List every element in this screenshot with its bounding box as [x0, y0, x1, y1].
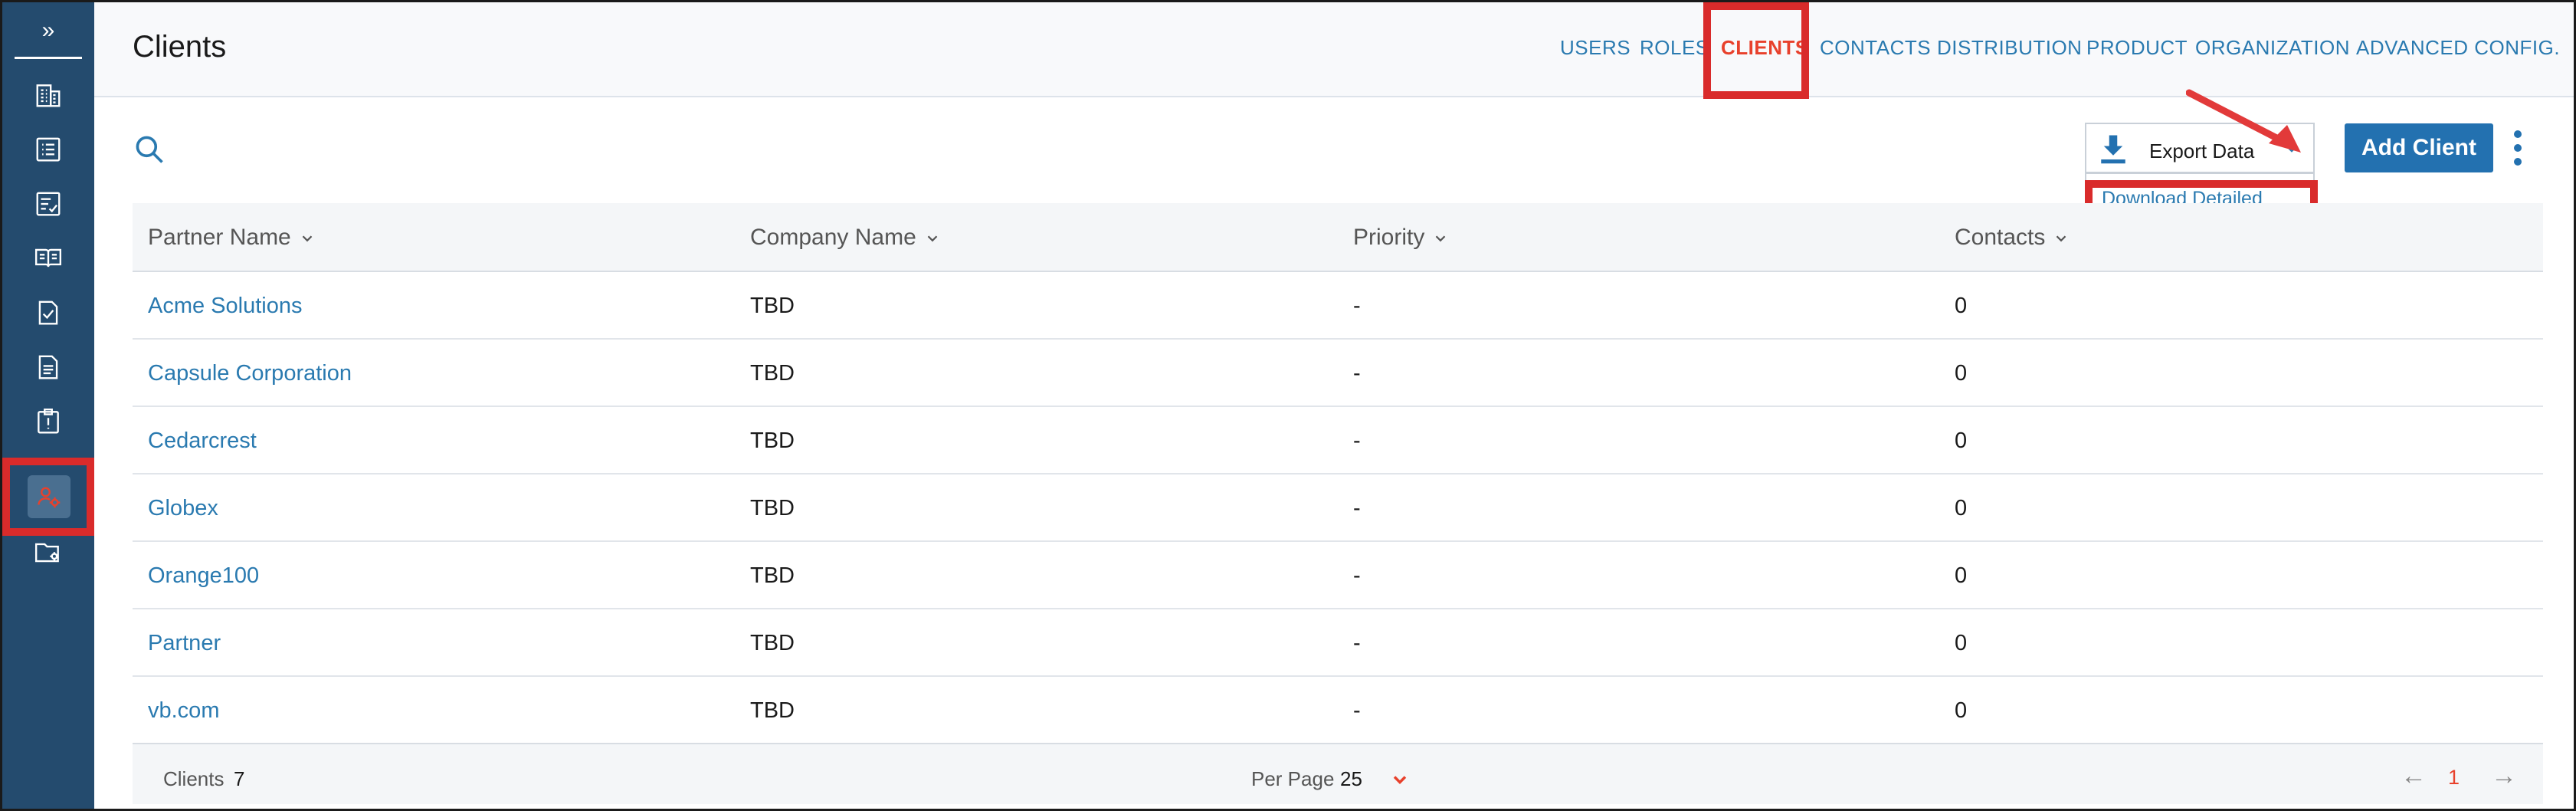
sidebar-active-highlight	[28, 475, 70, 518]
column-contacts[interactable]: Contacts	[1955, 225, 2070, 251]
per-page-label: Per Page	[1251, 767, 1335, 790]
contacts-cell: 0	[1955, 698, 1968, 723]
sort-chevron-icon	[927, 235, 938, 242]
contacts-cell: 0	[1955, 361, 1968, 386]
tab-product[interactable]: PRODUCT	[2086, 36, 2188, 60]
contacts-cell: 0	[1955, 563, 1968, 588]
more-options-icon[interactable]	[2506, 125, 2529, 171]
partner-name-link[interactable]: vb.com	[148, 698, 219, 724]
partner-name-link[interactable]: Cedarcrest	[148, 428, 257, 454]
table-row: Globex TBD - 0	[133, 474, 2543, 542]
column-priority[interactable]: Priority	[1353, 225, 1449, 251]
column-company-name[interactable]: Company Name	[750, 225, 941, 251]
sidebar-item-folder-settings[interactable]	[2, 526, 94, 580]
sidebar-item-clients[interactable]	[2, 470, 94, 524]
sort-chevron-icon	[302, 235, 313, 242]
add-client-button[interactable]: Add Client	[2345, 123, 2493, 172]
search-button[interactable]	[133, 133, 166, 166]
sidebar: »	[2, 2, 94, 809]
previous-page-button[interactable]: ←	[2401, 761, 2427, 791]
contacts-cell: 0	[1955, 631, 1968, 655]
table-header: Partner Name Company Name Priority Conta…	[133, 203, 2543, 272]
table-row: Acme Solutions TBD - 0	[133, 272, 2543, 340]
file-check-icon	[38, 300, 58, 325]
chevron-down-icon	[2286, 146, 2297, 153]
users-gear-icon	[38, 487, 61, 508]
company-name-cell: TBD	[750, 631, 795, 655]
table-row: Capsule Corporation TBD - 0	[133, 340, 2543, 407]
tab-roles[interactable]: ROLES	[1640, 36, 1709, 60]
table-row: Cedarcrest TBD - 0	[133, 407, 2543, 474]
partner-name-link[interactable]: Globex	[148, 496, 218, 521]
company-name-cell: TBD	[750, 428, 795, 453]
tab-contacts[interactable]: CONTACTS	[1820, 36, 1931, 60]
download-icon	[2101, 135, 2125, 164]
sidebar-item-list[interactable]	[2, 123, 94, 176]
tab-organization[interactable]: ORGANIZATION	[2195, 36, 2350, 60]
per-page-chevron-icon[interactable]	[1389, 769, 1411, 790]
sidebar-item-clipboard-alert[interactable]	[2, 395, 94, 448]
partner-name-link[interactable]: Partner	[148, 631, 221, 656]
priority-cell: -	[1353, 563, 1361, 588]
expand-sidebar-button[interactable]: »	[2, 2, 94, 59]
search-icon	[136, 136, 163, 163]
page-number[interactable]: 1	[2448, 766, 2460, 790]
sidebar-item-checklist[interactable]	[2, 177, 94, 231]
sidebar-item-document[interactable]	[2, 340, 94, 394]
table-row: Partner TBD - 0	[133, 609, 2543, 677]
app-frame: » Clients USERS ROLES CLIENTS CONTACTS D…	[0, 0, 2576, 811]
table-footer: Clients 7 Per Page 25 ← 1 →	[133, 743, 2543, 804]
column-partner-name[interactable]: Partner Name	[148, 225, 316, 251]
tab-clients[interactable]: CLIENTS	[1721, 36, 1809, 60]
sort-chevron-icon	[2057, 235, 2066, 242]
contacts-cell: 0	[1955, 428, 1968, 453]
contacts-cell: 0	[1955, 294, 1968, 318]
sidebar-item-file-check[interactable]	[2, 286, 94, 340]
next-page-button[interactable]: →	[2491, 761, 2517, 791]
table-row: vb.com TBD - 0	[133, 677, 2543, 744]
per-page-value: 25	[1340, 767, 1362, 790]
export-data-dropdown[interactable]: Export Data	[2085, 123, 2315, 173]
partner-name-link[interactable]: Acme Solutions	[148, 294, 303, 319]
folder-gear-icon	[34, 543, 59, 563]
company-name-cell: TBD	[750, 294, 795, 318]
partner-name-link[interactable]: Orange100	[148, 563, 259, 589]
column-label: Priority	[1353, 225, 1425, 250]
table-row: Orange100 TBD - 0	[133, 542, 2543, 609]
contacts-cell: 0	[1955, 496, 1968, 520]
tab-users[interactable]: USERS	[1560, 36, 1630, 60]
book-icon	[34, 248, 62, 268]
clients-count-label: Clients	[163, 767, 224, 790]
clients-count-value: 7	[234, 767, 245, 790]
export-data-label: Export Data	[2149, 140, 2255, 163]
priority-cell: -	[1353, 698, 1361, 723]
column-label: Partner Name	[148, 225, 291, 250]
company-name-cell: TBD	[750, 563, 795, 588]
partner-name-link[interactable]: Capsule Corporation	[148, 361, 352, 386]
page-title: Clients	[133, 30, 227, 64]
company-name-cell: TBD	[750, 496, 795, 520]
checklist-icon	[36, 192, 61, 216]
priority-cell: -	[1353, 428, 1361, 453]
column-label: Contacts	[1955, 225, 2046, 250]
company-name-cell: TBD	[750, 698, 795, 723]
priority-cell: -	[1353, 631, 1361, 655]
document-icon	[38, 355, 58, 379]
priority-cell: -	[1353, 294, 1361, 318]
sidebar-item-buildings[interactable]	[2, 68, 94, 122]
sidebar-divider	[15, 57, 82, 59]
priority-cell: -	[1353, 496, 1361, 520]
priority-cell: -	[1353, 361, 1361, 386]
sort-chevron-icon	[1436, 235, 1446, 242]
tab-advanced-config[interactable]: ADVANCED CONFIG.	[2356, 36, 2560, 60]
clipboard-alert-icon	[38, 408, 59, 434]
building-icon	[36, 84, 61, 107]
sidebar-item-book[interactable]	[2, 231, 94, 285]
column-label: Company Name	[750, 225, 916, 250]
list-icon	[36, 137, 61, 162]
company-name-cell: TBD	[750, 361, 795, 386]
tab-distribution[interactable]: DISTRIBUTION	[1937, 36, 2082, 60]
